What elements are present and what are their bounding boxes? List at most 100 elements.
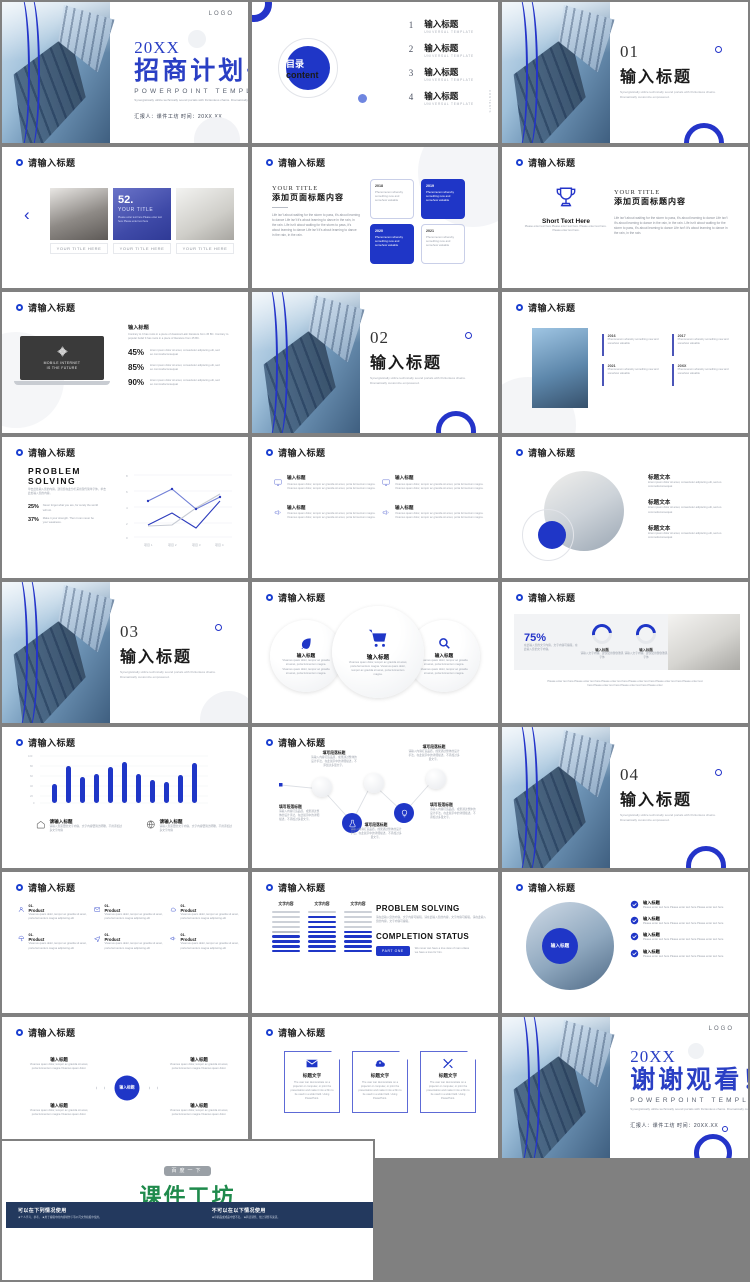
slide-header-text: 请输入标题	[28, 1028, 76, 1038]
slide-circles[interactable]: 请输入标题 输入标题 Vivamus quam dolor, tempor ac…	[250, 580, 500, 725]
checklist-item[interactable]: 输入标题 Please enter text here Please enter …	[630, 916, 738, 926]
slide-features[interactable]: 请输入标题 输入标题 Vivamus quam dolor, tempor ac …	[250, 435, 500, 580]
stat-text: lorem ipsum dolor sit amet, consectetur …	[150, 363, 220, 371]
slide-laptop[interactable]: 请输入标题 MOBILE INTERNET IS THE FUTURE 输入标题…	[0, 290, 250, 435]
checklist-item[interactable]: 输入标题 Please enter text here Please enter …	[630, 949, 738, 959]
toc-item-number: 4	[408, 91, 414, 102]
circle-card[interactable]: 输入标题 Vivamus quam dolor, tempor ac gravi…	[332, 606, 424, 698]
year-card[interactable]: 2019 Phenomenon whereby something new and…	[421, 179, 465, 219]
slide-end[interactable]: LOGO 20XX 谢谢观看！ POWERPOINT TEMPLATE Syne…	[500, 1015, 750, 1160]
section-title: 输入标题	[120, 649, 193, 666]
accent-dot	[538, 521, 566, 549]
path-node[interactable]	[364, 773, 384, 793]
year-text: Phenomenon whereby something new and som…	[426, 190, 454, 203]
stat-value: 25%	[28, 504, 39, 511]
carousel-image	[50, 188, 108, 240]
carousel-card[interactable]: YOUR TITLE HERE	[176, 188, 234, 254]
checklist-item[interactable]: 输入标题 Please enter text here Please enter …	[630, 932, 738, 942]
toc-item-sub: UNIVERSAL TEMPLATE	[424, 54, 474, 59]
column-header: 文字内容	[314, 902, 330, 906]
feature-text: Vivamus quam dolor, tempor ac gravida si…	[395, 482, 484, 490]
feature-item[interactable]: 输入标题 Vivamus quam dolor, tempor ac gravid…	[274, 505, 382, 521]
item-text: Please enter text here Please enter text…	[643, 938, 724, 942]
svg-text:0: 0	[126, 536, 128, 540]
donut-text: 请输入文字内容，建议使用微软雅黑字体	[624, 651, 668, 659]
toc-item[interactable]: 4 输入标题 UNIVERSAL TEMPLATE	[408, 91, 474, 106]
leaf-icon	[301, 638, 311, 649]
product-item[interactable]: 01. Product Vivamus quam dolor, tempor ac …	[170, 904, 242, 921]
toc-item[interactable]: 2 输入标题 UNIVERSAL TEMPLATE	[409, 43, 474, 59]
slide-toc[interactable]: 目录content 1 输入标题 UNIVERSAL TEMPLATE 2 输入…	[250, 0, 500, 145]
hexagon-diagram: 输入标题	[96, 1059, 158, 1117]
path-node[interactable]	[426, 769, 446, 789]
slide-bar-chart[interactable]: 请输入标题 100 80 60 40 20 0 请输入标题 请输入您需要的文字内…	[0, 725, 250, 870]
slide-path-nodes[interactable]: 请输入标题 填写段落标题 请输入内容打造品质，成果通过整体的设计手法，在此展示中的…	[250, 725, 500, 870]
slide-cover[interactable]: LOGO 20XX 招商计划书 POWERPOINT TEMPLATE Syne…	[0, 0, 250, 145]
slide-trophy[interactable]: 请输入标题 Short Text Here Please enter text …	[500, 145, 750, 290]
year-card[interactable]: 2018 Phenomenon whereby something new and…	[370, 179, 414, 219]
deco-ring-br	[686, 846, 726, 868]
slide-checklist[interactable]: 请输入标题 输入标题 输入标题 Please enter text here Pl…	[500, 870, 750, 1015]
toc-item[interactable]: 3 输入标题 UNIVERSAL TEMPLATE	[409, 67, 474, 82]
slide-section-04[interactable]: 04 输入标题 Synergistically utilize technica…	[500, 725, 750, 870]
percent-value: 75%	[524, 631, 547, 644]
tag-card[interactable]: 标题文字 The user can demonstrate on a proje…	[352, 1051, 408, 1113]
slide-section-03[interactable]: 03 输入标题 Synergistically utilize technica…	[0, 580, 250, 725]
year-card[interactable]: 2021 Phenomenon whereby something new and…	[421, 224, 465, 264]
slide-section-01[interactable]: 01 输入标题 Synergistically utilize technica…	[500, 0, 750, 145]
product-item[interactable]: 01. Product Vivamus quam dolor, tempor ac …	[18, 904, 90, 921]
svg-text:60: 60	[30, 774, 33, 778]
tag-card[interactable]: 标题文字 The user can demonstrate on a proje…	[284, 1051, 340, 1113]
toc-item-sub: UNIVERSAL TEMPLATE	[424, 101, 474, 106]
tag-card[interactable]: 标题文字 The user can demonstrate on a proje…	[420, 1051, 476, 1113]
hexagon-center: 输入标题	[114, 1075, 140, 1101]
slide-section-02[interactable]: 02 输入标题 Synergistically utilize technica…	[250, 290, 500, 435]
path-label: 填写段落标题 请输入内容打造品质，成果通过整体的设计手法，在此展示中的详细描述，不…	[350, 823, 402, 841]
checklist-item[interactable]: 输入标题 Please enter text here Please enter …	[630, 900, 738, 910]
carousel-small-title: YOUR TITLE	[118, 207, 154, 213]
product-item[interactable]: 01. Product Vivamus quam dolor, tempor ac …	[94, 933, 166, 950]
carousel-image	[176, 188, 234, 240]
stat-text: Never forget what you are, for surely th…	[42, 504, 98, 512]
product-item[interactable]: 01. Product Vivamus quam dolor, tempor ac …	[18, 933, 90, 950]
slide-stats[interactable]: 请输入标题 75% 在此输入您的文字内容，文字内容可编辑。在此输入您的文字内容。…	[500, 580, 750, 725]
slide-header-text: 请输入标题	[278, 158, 326, 168]
carousel-card[interactable]: YOUR TITLE HERE	[50, 188, 108, 254]
path-node-active[interactable]	[394, 803, 414, 823]
logo-text: LOGO	[708, 1026, 734, 1032]
short-body: Please enter text here.Please enter text…	[524, 225, 608, 233]
item-text: Please enter text here Please enter text…	[643, 954, 724, 958]
slide-products[interactable]: 请输入标题 01. Product Vivamus quam dolor, temp…	[0, 870, 250, 1015]
feature-item[interactable]: 输入标题 Vivamus quam dolor, tempor ac gravid…	[382, 505, 490, 521]
svg-text:100: 100	[28, 754, 33, 758]
slide-timeline[interactable]: 请输入标题 2016 Phenomenon whereby something n…	[500, 290, 750, 435]
panel-body: 单击此处输入您的内容，建议您在此分栏采用现代简单字体，单击此处输入您的内容。	[28, 488, 106, 496]
completion-column: 文字内容	[272, 902, 300, 955]
carousel-prev-button[interactable]: ‹	[24, 205, 30, 225]
end-meta: 汇报人：课件工坊 时间：20XX.XX	[630, 1122, 719, 1129]
deco-ring-small	[465, 332, 472, 339]
feature-item[interactable]: 输入标题 Vivamus quam dolor, tempor ac gravid…	[382, 475, 490, 491]
slide-header-text: 请输入标题	[28, 738, 76, 748]
feature-item[interactable]: 输入标题 Vivamus quam dolor, tempor ac gravid…	[274, 475, 382, 491]
stat-row: 85% lorem ipsum dolor sit amet, consecte…	[128, 363, 234, 372]
slide-completion[interactable]: 请输入标题 文字内容 文字内容 文字内容 PROBLEM SOLVING 请在此…	[250, 870, 500, 1015]
slide-carousel[interactable]: 请输入标题 ‹ › YOUR TITLE HERE 52. YOUR TITLE…	[0, 145, 250, 290]
path-node[interactable]	[312, 777, 332, 797]
bulb-icon	[401, 809, 407, 817]
slide-problem-solving[interactable]: 请输入标题 PROBLEM SOLVING 单击此处输入您的内容，建议您在此分栏…	[0, 435, 250, 580]
product-item[interactable]: 01. Product Vivamus quam dolor, tempor ac …	[170, 933, 242, 950]
slide-header-text: 请输入标题	[28, 883, 76, 893]
product-item[interactable]: 01. Product Vivamus quam dolor, tempor ac …	[94, 904, 166, 921]
slide-photo-list[interactable]: 请输入标题 标题文本 lorem ipsum dolor sit amet, co…	[500, 435, 750, 580]
slide-deck-preview: LOGO 20XX 招商计划书 POWERPOINT TEMPLATE Syne…	[0, 0, 750, 1282]
slide-grid: LOGO 20XX 招商计划书 POWERPOINT TEMPLATE Syne…	[0, 0, 750, 1160]
slide-year-boxes[interactable]: 请输入标题 YOUR TITLE 添加页面标题内容 Life isn't abo…	[250, 145, 500, 290]
feature-title: 输入标题	[287, 504, 306, 510]
svg-text:2: 2	[126, 522, 128, 526]
carousel-card[interactable]: 52. YOUR TITLE Please enter text here Pl…	[113, 188, 171, 254]
search-icon	[439, 638, 450, 649]
toc-item[interactable]: 1 输入标题 UNIVERSAL TEMPLATE	[409, 19, 474, 34]
year-card[interactable]: 2020 Phenomenon whereby something new and…	[370, 224, 414, 264]
part-badge[interactable]: PART ONE	[376, 946, 410, 957]
